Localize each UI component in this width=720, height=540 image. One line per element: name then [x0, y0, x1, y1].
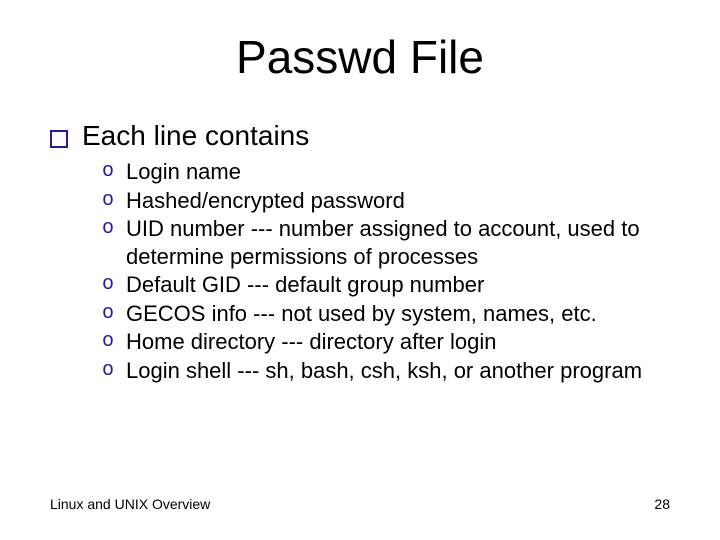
slide-body: Each line contains o Login name o Hashed… — [50, 120, 670, 385]
list-item: o Hashed/encrypted password — [102, 187, 670, 215]
list-item-text: GECOS info --- not used by system, names… — [126, 300, 670, 328]
square-bullet-icon — [50, 130, 68, 148]
list-item: o Login name — [102, 158, 670, 186]
list-item-text: Login name — [126, 158, 670, 186]
bullet-level1: Each line contains — [50, 120, 670, 152]
list-item: o UID number --- number assigned to acco… — [102, 215, 670, 270]
slide: Passwd File Each line contains o Login n… — [0, 0, 720, 540]
footer-text: Linux and UNIX Overview — [50, 496, 210, 512]
list-item-text: Home directory --- directory after login — [126, 328, 670, 356]
list-item: o GECOS info --- not used by system, nam… — [102, 300, 670, 328]
list-item-text: Default GID --- default group number — [126, 271, 670, 299]
list-item: o Home directory --- directory after log… — [102, 328, 670, 356]
list-item-text: Hashed/encrypted password — [126, 187, 670, 215]
circle-bullet-icon: o — [102, 358, 126, 383]
circle-bullet-icon: o — [102, 216, 126, 241]
list-item: o Login shell --- sh, bash, csh, ksh, or… — [102, 357, 670, 385]
circle-bullet-icon: o — [102, 188, 126, 213]
circle-bullet-icon: o — [102, 329, 126, 354]
list-item-text: Login shell --- sh, bash, csh, ksh, or a… — [126, 357, 670, 385]
list-item-text: UID number --- number assigned to accoun… — [126, 215, 670, 270]
heading-text: Each line contains — [82, 120, 309, 152]
circle-bullet-icon: o — [102, 272, 126, 297]
list-item: o Default GID --- default group number — [102, 271, 670, 299]
circle-bullet-icon: o — [102, 159, 126, 184]
sublist: o Login name o Hashed/encrypted password… — [102, 158, 670, 384]
page-number: 28 — [654, 496, 670, 512]
circle-bullet-icon: o — [102, 301, 126, 326]
slide-title: Passwd File — [0, 30, 720, 84]
